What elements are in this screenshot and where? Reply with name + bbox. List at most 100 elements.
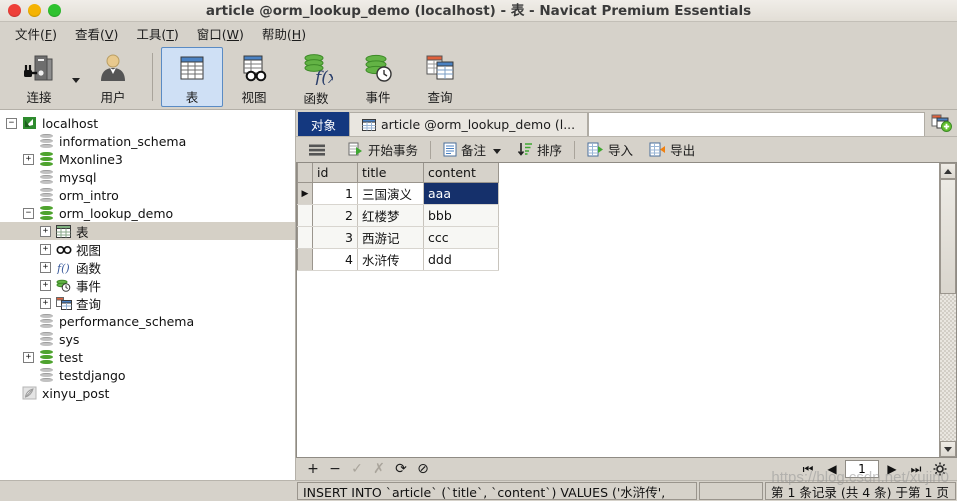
toolbar-event-button[interactable]: 事件 [347, 47, 409, 107]
cell-content[interactable]: aaa [423, 182, 499, 205]
cell-title[interactable]: 西游记 [357, 226, 424, 249]
tree-label: localhost [42, 115, 99, 131]
cell-content[interactable]: ccc [423, 226, 499, 249]
data-grid[interactable]: id title content ▶ 1 三国演义 aaa 2 红楼梦 bbb … [297, 163, 499, 271]
menu-file[interactable]: 文件(F) [6, 22, 66, 45]
note-button[interactable]: 备注 [435, 138, 509, 161]
tab-objects[interactable]: 对象 [298, 112, 350, 136]
add-record-icon[interactable]: + [302, 459, 324, 479]
scrollbar-thumb[interactable] [940, 179, 956, 295]
row-indicator[interactable] [297, 226, 313, 249]
begin-transaction-icon [348, 142, 364, 157]
expander-toggle[interactable]: − [6, 117, 17, 129]
expander-toggle[interactable]: + [23, 351, 34, 363]
tree-node-mxonline3[interactable]: + Mxonline3 [0, 150, 295, 168]
tree-node-sys[interactable]: sys [0, 330, 295, 348]
column-header-content[interactable]: content [423, 163, 499, 183]
row-indicator[interactable] [297, 248, 313, 271]
tree-node-xinyu-post[interactable]: xinyu_post [0, 384, 295, 402]
expander-toggle[interactable]: + [40, 279, 51, 291]
tree-node-information-schema[interactable]: information_schema [0, 132, 295, 150]
tree-node-orm-intro[interactable]: orm_intro [0, 186, 295, 204]
menu-tools[interactable]: 工具(T) [127, 22, 187, 45]
next-page-button[interactable]: ▶ [881, 459, 903, 479]
last-page-button[interactable]: ⏭ [905, 459, 927, 479]
menu-window[interactable]: 窗口(W) [188, 22, 253, 45]
cell-id[interactable]: 4 [312, 248, 358, 271]
scroll-up-button[interactable] [940, 163, 956, 179]
toolbar-view-button[interactable]: 视图 [223, 47, 285, 107]
expander-toggle[interactable]: + [40, 225, 51, 237]
tree-node-events[interactable]: + 事件 [0, 276, 295, 294]
delete-record-icon[interactable]: − [324, 459, 346, 479]
expander-toggle[interactable]: + [40, 297, 51, 309]
tree-node-performance-schema[interactable]: performance_schema [0, 312, 295, 330]
first-page-button[interactable]: ⏮ [797, 459, 819, 479]
menu-window-key: W [226, 26, 240, 42]
database-gray-icon [38, 170, 55, 185]
chevron-down-icon [72, 78, 80, 83]
cell-title[interactable]: 红楼梦 [357, 204, 424, 227]
grid-vertical-scrollbar[interactable] [939, 163, 956, 457]
tab-article-table[interactable]: article @orm_lookup_demo (l... [349, 112, 589, 136]
tree-node-orm-lookup-demo[interactable]: − orm_lookup_demo [0, 204, 295, 222]
table-row[interactable]: 2 红楼梦 bbb [297, 204, 499, 227]
tree-node-mysql[interactable]: mysql [0, 168, 295, 186]
menu-view[interactable]: 查看(V) [66, 22, 127, 45]
cell-content[interactable]: ddd [423, 248, 499, 271]
minimize-button[interactable] [28, 4, 41, 17]
cell-id[interactable]: 2 [312, 204, 358, 227]
column-header-title[interactable]: title [357, 163, 424, 183]
tree-node-functions[interactable]: + f() 函数 [0, 258, 295, 276]
import-button[interactable]: 导入 [579, 138, 641, 161]
tree-node-views[interactable]: + 视图 [0, 240, 295, 258]
row-indicator-current[interactable]: ▶ [297, 182, 313, 205]
tree-node-queries[interactable]: + 查询 [0, 294, 295, 312]
data-grid-scroll-area[interactable]: id title content ▶ 1 三国演义 aaa 2 红楼梦 bbb … [297, 163, 939, 457]
tree-node-tables[interactable]: + 表 [0, 222, 295, 240]
scrollbar-track[interactable] [940, 179, 956, 441]
begin-transaction-button[interactable]: 开始事务 [340, 138, 426, 161]
tree-node-test[interactable]: + test [0, 348, 295, 366]
expander-toggle[interactable]: + [40, 243, 51, 255]
tree-node-localhost[interactable]: − localhost [0, 114, 295, 132]
new-query-tab-icon[interactable] [927, 110, 957, 136]
expander-toggle[interactable]: − [23, 207, 34, 219]
object-tree-sidebar[interactable]: − localhost information_schema + Mxonlin… [0, 110, 296, 480]
cell-content[interactable]: bbb [423, 204, 499, 227]
table-row[interactable]: 4 水浒传 ddd [297, 248, 499, 271]
table-row[interactable]: ▶ 1 三国演义 aaa [297, 182, 499, 205]
toolbar-user-button[interactable]: 用户 [82, 47, 144, 107]
stop-icon[interactable]: ⊘ [412, 459, 434, 479]
connection-dropdown-button[interactable] [70, 51, 82, 111]
table-row[interactable]: 3 西游记 ccc [297, 226, 499, 249]
tree-label: sys [59, 331, 80, 347]
scroll-down-button[interactable] [940, 441, 956, 457]
toolbar-table-button[interactable]: 表 [161, 46, 223, 107]
expander-toggle[interactable]: + [23, 153, 34, 165]
page-number-input[interactable]: 1 [845, 460, 879, 478]
refresh-icon[interactable]: ⟳ [390, 459, 412, 479]
cell-id[interactable]: 1 [312, 182, 358, 205]
toolbar-query-button[interactable]: 查询 [409, 47, 471, 107]
column-header-id[interactable]: id [312, 163, 358, 183]
event-icon [55, 278, 72, 293]
expander-toggle[interactable]: + [40, 261, 51, 273]
sort-button[interactable]: 排序 [509, 138, 570, 161]
prev-page-button[interactable]: ◀ [821, 459, 843, 479]
maximize-button[interactable] [48, 4, 61, 17]
cell-title[interactable]: 水浒传 [357, 248, 424, 271]
cell-title[interactable]: 三国演义 [357, 182, 424, 205]
hamburger-menu-icon[interactable] [304, 141, 340, 159]
import-icon [587, 142, 604, 157]
menu-help[interactable]: 帮助(H) [253, 22, 315, 45]
close-button[interactable] [8, 4, 21, 17]
gear-icon[interactable] [929, 459, 951, 479]
toolbar-function-button[interactable]: f(x) 函数 [285, 47, 347, 107]
tree-node-testdjango[interactable]: testdjango [0, 366, 295, 384]
chevron-down-icon[interactable] [493, 142, 502, 157]
export-button[interactable]: 导出 [641, 138, 703, 161]
cell-id[interactable]: 3 [312, 226, 358, 249]
row-indicator[interactable] [297, 204, 313, 227]
toolbar-connection-button[interactable]: 连接 [8, 47, 70, 107]
